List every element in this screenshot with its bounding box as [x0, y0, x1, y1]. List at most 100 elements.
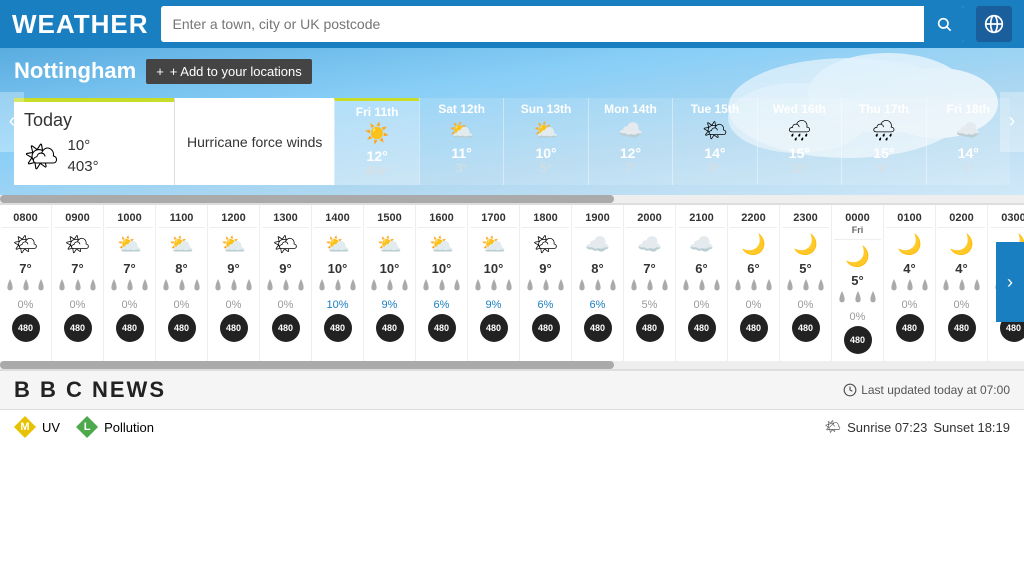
hour-time: 1500: [366, 209, 413, 228]
day-temp-hi: 15°: [764, 145, 835, 161]
day-card[interactable]: Thu 17th 🌧 15° 9°: [841, 98, 925, 185]
hour-weather-icon: 🌙: [730, 232, 777, 257]
hour-temp: 7°: [54, 261, 101, 276]
hour-rain-icon: [210, 279, 257, 296]
hour-column: 2000 ☁️ 7° 5% 480: [624, 205, 676, 361]
hour-time: 1200: [210, 209, 257, 228]
day-temp-hi: 11°: [426, 145, 497, 161]
hour-temp: 7°: [626, 261, 673, 276]
hour-weather-icon: ⛅: [366, 232, 413, 257]
hour-wind-badge: 480: [324, 314, 352, 342]
hour-column: 2100 ☁️ 6° 0% 480: [676, 205, 728, 361]
footer-bar: M UV L Pollution 🌤 Sunrise 07:23 Sunset …: [0, 409, 1024, 444]
day-icon: ☁️: [595, 118, 666, 143]
hour-column: 0900 🌤 7° 0% 480: [52, 205, 104, 361]
hourly-scrollbar-bottom[interactable]: [0, 361, 1024, 369]
hour-time: 1100: [158, 209, 205, 228]
today-temp-hi: 10°: [68, 135, 99, 156]
day-temp-hi: 15°: [848, 145, 919, 161]
hour-rain-pct: 10%: [314, 299, 361, 311]
scrollbar-thumb-bottom: [0, 361, 614, 369]
add-icon: +: [156, 64, 164, 79]
today-temps: 10° 403°: [68, 135, 99, 177]
hourly-section[interactable]: 0800 🌤 7° 0% 480 0900 🌤 7° 0% 480 1000 ⛅…: [0, 203, 1024, 361]
day-card[interactable]: Fri 11th ☀️ 12° 404°: [334, 98, 418, 185]
today-label: Today: [24, 110, 164, 131]
hour-time: 1800: [522, 209, 569, 228]
hour-column: 1700 ⛅ 10° 9% 480: [468, 205, 520, 361]
hour-weather-icon: 🌤: [54, 232, 101, 257]
hour-temp: 10°: [366, 261, 413, 276]
hour-temp: 9°: [262, 261, 309, 276]
day-card[interactable]: Mon 14th ☁️ 12° 7°: [588, 98, 672, 185]
day-icon: 🌤: [679, 118, 750, 143]
hour-weather-icon: ⛅: [470, 232, 517, 257]
location-bar: ‹ Nottingham + + Add to your locations T…: [0, 48, 1024, 195]
hour-rain-pct: 5%: [626, 299, 673, 311]
hour-rain-pct: 6%: [418, 299, 465, 311]
day-card[interactable]: Fri 18th ☁️ 14° 1°: [926, 98, 1010, 185]
hour-rain-pct: 0%: [54, 299, 101, 311]
day-temp-lo: 9°: [848, 161, 919, 175]
last-updated-text: Last updated today at 07:00: [861, 383, 1010, 397]
hour-rain-pct: 6%: [574, 299, 621, 311]
hour-wind-badge: 480: [64, 314, 92, 342]
hour-column: 2300 🌙 5° 0% 480: [780, 205, 832, 361]
day-card[interactable]: Wed 16th 🌧 15° 11°: [757, 98, 841, 185]
days-forecast: Fri 11th ☀️ 12° 404° Sat 12th ⛅ 11° 3° S…: [334, 98, 1010, 185]
day-temp-lo: 1°: [933, 161, 1004, 175]
hour-wind-badge: 480: [272, 314, 300, 342]
hour-temp: 5°: [782, 261, 829, 276]
pollution-label: Pollution: [104, 420, 154, 435]
globe-button[interactable]: [976, 6, 1012, 42]
hour-column: 1900 ☁️ 8° 6% 480: [572, 205, 624, 361]
add-location-button[interactable]: + + Add to your locations: [146, 59, 312, 84]
hour-column: 1200 ⛅ 9° 0% 480: [208, 205, 260, 361]
hour-time: 1600: [418, 209, 465, 228]
hour-weather-icon: ⛅: [158, 232, 205, 257]
hour-column: 0800 🌤 7° 0% 480: [0, 205, 52, 361]
hour-temp: 4°: [938, 261, 985, 276]
today-weather-icon: 🌤: [24, 140, 60, 173]
bottom-bar: B B C NEWS Last updated today at 07:00: [0, 369, 1024, 409]
prev-day-button[interactable]: ‹: [0, 92, 24, 152]
pollution-badge: L: [76, 416, 98, 438]
day-temp-lo: 7°: [595, 161, 666, 175]
next-day-button[interactable]: ›: [1000, 92, 1024, 152]
hour-time: 0100: [886, 209, 933, 228]
hourly-scrollbar-top[interactable]: [0, 195, 1024, 203]
hour-rain-pct: 0%: [210, 299, 257, 311]
hour-column: 1800 🌤 9° 6% 480: [520, 205, 572, 361]
day-card[interactable]: Sat 12th ⛅ 11° 3°: [419, 98, 503, 185]
hour-time: 2200: [730, 209, 777, 228]
hour-temp: 9°: [522, 261, 569, 276]
day-icon: ☁️: [933, 118, 1004, 143]
hour-rain-icon: [314, 279, 361, 296]
day-temp-hi: 14°: [679, 145, 750, 161]
hour-rain-pct: 0%: [834, 311, 881, 323]
hour-time: 1700: [470, 209, 517, 228]
hour-wind-badge: 480: [428, 314, 456, 342]
uv-legend-item: M UV: [14, 416, 60, 438]
hour-temp: 6°: [730, 261, 777, 276]
day-card[interactable]: Sun 13th ⛅ 10° 5°: [503, 98, 587, 185]
hour-wind-badge: 480: [480, 314, 508, 342]
hour-temp: 5°: [834, 273, 881, 288]
search-button[interactable]: [924, 6, 964, 42]
hour-temp: 7°: [106, 261, 153, 276]
day-icon: ⛅: [510, 118, 581, 143]
day-card[interactable]: Tue 15th 🌤 14° 9°: [672, 98, 756, 185]
hour-rain-icon: [470, 279, 517, 296]
search-input[interactable]: [161, 6, 924, 42]
hour-column: 1500 ⛅ 10° 9% 480: [364, 205, 416, 361]
today-weather: 🌤 10° 403°: [24, 135, 164, 177]
bbc-logo: B B C NEWS: [14, 377, 166, 403]
uv-badge: M: [14, 416, 36, 438]
hour-temp: 9°: [210, 261, 257, 276]
search-icon: [936, 16, 952, 32]
day-temp-lo: 11°: [764, 161, 835, 175]
hour-time: 0900: [54, 209, 101, 228]
hour-rain-pct: 0%: [730, 299, 777, 311]
hourly-next-button[interactable]: ›: [996, 242, 1024, 322]
hour-wind-badge: 480: [116, 314, 144, 342]
